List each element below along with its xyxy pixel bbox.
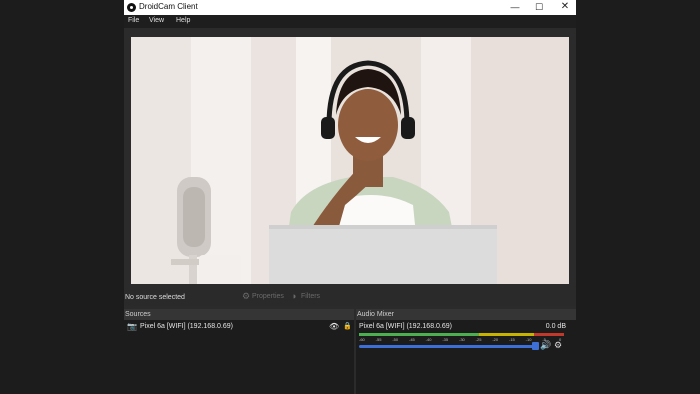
filters-button[interactable]: Filters (301, 293, 320, 300)
audio-mixer-title: Audio Mixer (357, 311, 394, 318)
camera-icon: 📷 (127, 322, 137, 331)
meter-scale-label: -20 (492, 337, 499, 342)
app-window: DroidCam Client — ☐ ✕ File View Help No … (124, 0, 576, 394)
meter-scale-label: -40 (425, 337, 432, 342)
droidcam-logo-icon (127, 3, 136, 12)
meter-scale-label: -45 (409, 337, 415, 342)
volume-slider-handle[interactable] (532, 342, 539, 350)
preview-area (124, 28, 576, 290)
speaker-icon[interactable]: 🔊 (540, 340, 551, 351)
source-toolbar: No source selected ⚙ Properties ◑ Filter… (124, 290, 576, 306)
meter-scale-label: -10 (525, 337, 532, 342)
filter-icon: ◑ (291, 291, 297, 301)
meter-scale-label: -50 (392, 337, 399, 342)
volume-slider-track[interactable] (359, 345, 534, 348)
lock-icon[interactable]: 🔒 (343, 322, 352, 330)
source-item[interactable]: 📷 Pixel 6a [WIFI] (192.168.0.69) 👁 🔒 (124, 322, 354, 333)
no-source-label: No source selected (125, 294, 185, 301)
eye-icon[interactable]: 👁 (329, 322, 339, 331)
audio-mixer-panel: Pixel 6a [WIFI] (192.168.0.69) 0.0 dB -6… (356, 320, 576, 394)
meter-scale-label: -60 (359, 337, 365, 342)
meter-scale-label: -35 (442, 337, 449, 342)
meter-scale-label: -55 (375, 337, 382, 342)
mixer-gear-icon[interactable]: ⚙ (554, 340, 562, 351)
properties-button[interactable]: Properties (252, 293, 284, 300)
meter-scale-label: -25 (475, 337, 482, 342)
level-meter (359, 333, 564, 336)
right-background (576, 0, 700, 394)
maximize-icon[interactable]: ☐ (528, 0, 550, 15)
title-bar[interactable]: DroidCam Client — ☐ ✕ (124, 0, 576, 15)
sources-panel-header: Sources (124, 309, 354, 320)
camera-feed-image (171, 60, 497, 284)
audio-mixer-header: Audio Mixer (356, 309, 576, 320)
db-readout: 0.0 dB (545, 323, 566, 330)
menu-help[interactable]: Help (176, 17, 190, 24)
left-background (0, 0, 124, 394)
source-label: Pixel 6a [WIFI] (192.168.0.69) (140, 323, 233, 330)
camera-preview[interactable] (131, 37, 569, 284)
sources-panel: 📷 Pixel 6a [WIFI] (192.168.0.69) 👁 🔒 (124, 320, 354, 394)
minimize-icon[interactable]: — (504, 0, 526, 15)
gear-icon: ⚙ (242, 291, 251, 301)
meter-scale-label: -30 (459, 337, 465, 342)
meter-scale-label: -15 (509, 337, 515, 342)
menu-file[interactable]: File (128, 17, 139, 24)
close-icon[interactable]: ✕ (554, 0, 576, 15)
menu-bar: File View Help (124, 15, 576, 28)
sources-title: Sources (125, 311, 151, 318)
mixer-channel-name: Pixel 6a [WIFI] (192.168.0.69) (359, 323, 452, 330)
menu-view[interactable]: View (149, 17, 164, 24)
window-title: DroidCam Client (139, 2, 198, 11)
